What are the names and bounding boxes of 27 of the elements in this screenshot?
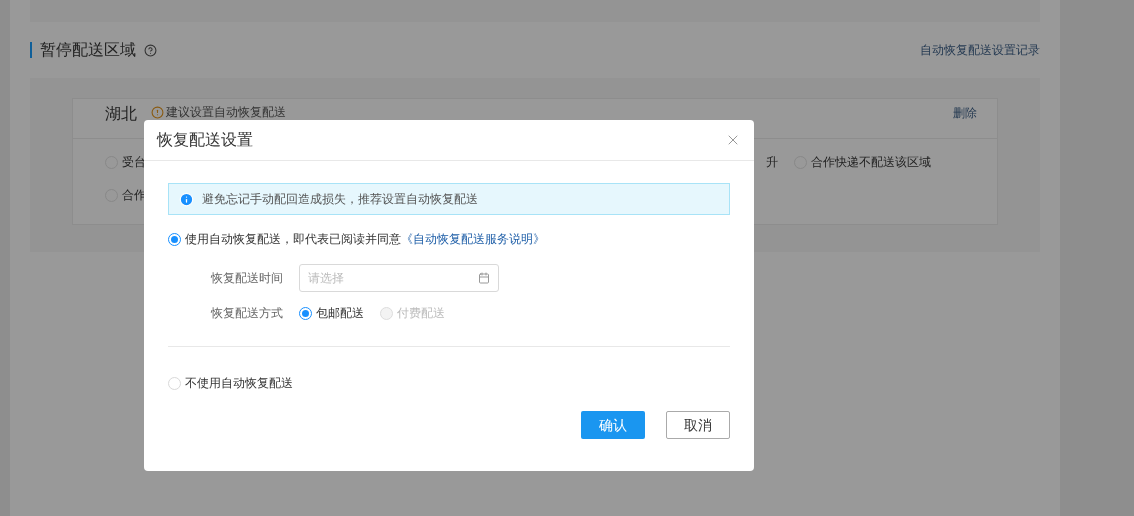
warning-text: 建议设置自动恢复配送: [166, 106, 286, 119]
option-label: 包邮配送: [316, 305, 364, 322]
field-label: 恢复配送时间: [211, 270, 284, 287]
choice-label: 使用自动恢复配送，即代表已阅读并同意《自动恢复配送服务说明》: [185, 231, 545, 248]
option-label: 付费配送: [397, 305, 445, 322]
field-label: 恢复配送方式: [211, 305, 284, 322]
calendar-icon: [478, 272, 490, 284]
choice-label: 不使用自动恢复配送: [185, 375, 293, 392]
region-name: 湖北: [105, 104, 137, 124]
date-field[interactable]: 请选择: [299, 264, 499, 292]
confirm-button[interactable]: 确认: [581, 411, 645, 439]
option-label: 合作: [122, 187, 146, 204]
warning-icon: [151, 106, 164, 119]
radio[interactable]: [299, 306, 312, 320]
record-link[interactable]: 自动恢复配送设置记录: [920, 41, 1040, 59]
section-title: 暂停配送区域: [40, 40, 136, 60]
dialog-title: 恢复配送设置: [157, 130, 253, 150]
service-link[interactable]: 《自动恢复配送服务说明》: [401, 232, 545, 246]
delete-link[interactable]: 删除: [953, 104, 977, 122]
alert-text: 避免忘记手动配回造成损失，推荐设置自动恢复配送: [202, 191, 478, 208]
help-icon[interactable]: [144, 43, 157, 57]
option-label: 合作快递不配送该区域: [811, 154, 931, 171]
radio[interactable]: [168, 232, 181, 246]
option-label: 升: [766, 154, 778, 171]
option-label: 受台: [122, 154, 146, 171]
cancel-button[interactable]: 取消: [666, 411, 730, 439]
info-icon: [179, 191, 194, 207]
